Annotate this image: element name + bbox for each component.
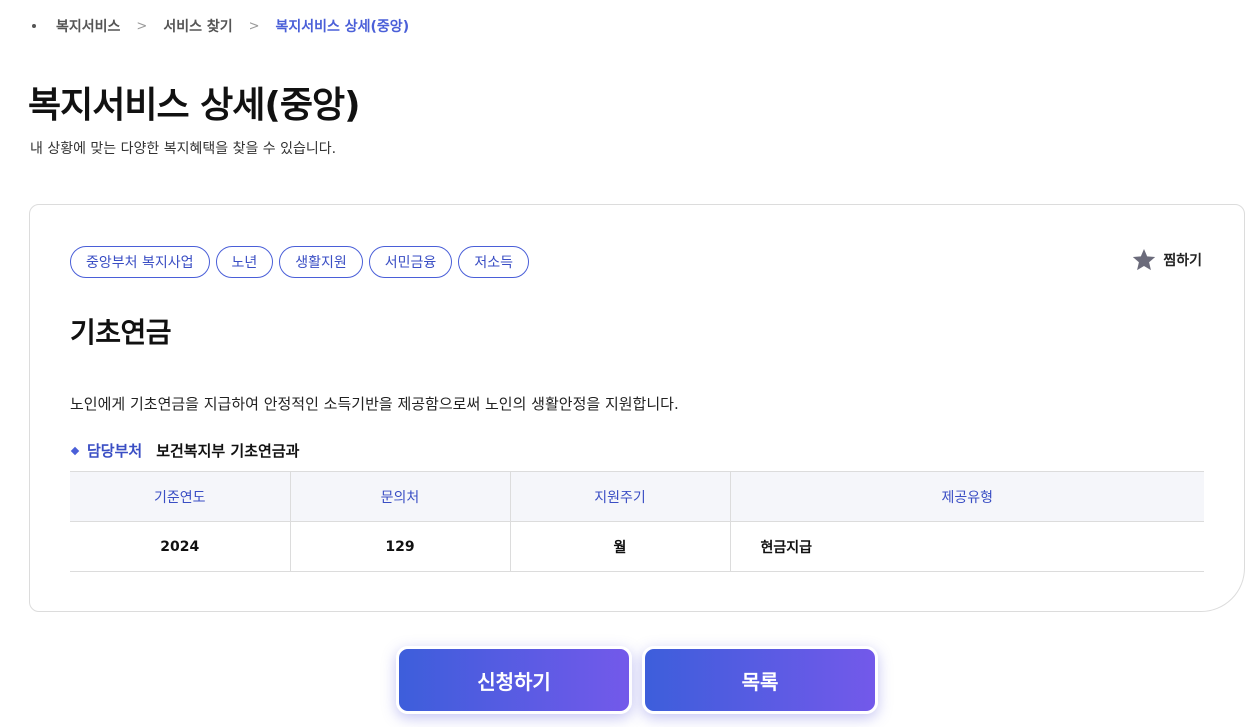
tag-list: 중앙부처 복지사업 노년 생활지원 서민금융 저소득 <box>70 246 529 278</box>
header-provision-type: 제공유형 <box>730 471 1204 522</box>
service-detail-card: 중앙부처 복지사업 노년 생활지원 서민금융 저소득 찜하기 기초연금 노인에게… <box>29 204 1245 612</box>
diamond-icon <box>70 446 80 455</box>
tag-central-ministry[interactable]: 중앙부처 복지사업 <box>70 246 210 278</box>
header-base-year: 기준연도 <box>70 471 291 522</box>
department-info: 담당부처 보건복지부 기초연금과 <box>70 440 299 461</box>
page-title: 복지서비스 상세(중앙) <box>28 85 361 126</box>
favorite-label: 찜하기 <box>1163 253 1202 269</box>
breadcrumb-item-find[interactable]: 서비스 찾기 <box>163 16 232 36</box>
service-description: 노인에게 기초연금을 지급하여 안정적인 소득기반을 제공함으로써 노인의 생활… <box>70 395 679 413</box>
cell-contact: 129 <box>290 521 511 572</box>
service-info-table: 기준연도 문의처 지원주기 제공유형 2024 129 월 현금지급 <box>70 471 1204 572</box>
page-subtitle: 내 상황에 맞는 다양한 복지혜택을 찾을 수 있습니다. <box>30 141 337 157</box>
apply-button[interactable]: 신청하기 <box>396 646 632 714</box>
chevron-right-icon: > <box>248 18 260 34</box>
department-label: 담당부처 <box>87 442 143 460</box>
tag-low-income[interactable]: 저소득 <box>458 246 529 278</box>
chevron-right-icon: > <box>136 18 148 34</box>
cell-support-cycle: 월 <box>510 521 731 572</box>
breadcrumb-item-current: 복지서비스 상세(중앙) <box>275 19 410 35</box>
tag-living-support[interactable]: 생활지원 <box>279 246 363 278</box>
dot-icon <box>32 24 36 28</box>
header-support-cycle: 지원주기 <box>510 471 731 522</box>
service-name: 기초연금 <box>70 316 172 349</box>
cell-provision-type: 현금지급 <box>730 521 1204 572</box>
cell-base-year: 2024 <box>70 521 291 572</box>
department-value: 보건복지부 기초연금과 <box>156 442 300 460</box>
breadcrumb: 복지서비스 > 서비스 찾기 > 복지서비스 상세(중앙) <box>28 14 409 38</box>
action-buttons: 신청하기 목록 <box>396 646 878 714</box>
list-button[interactable]: 목록 <box>642 646 878 714</box>
breadcrumb-item-welfare[interactable]: 복지서비스 <box>56 16 120 36</box>
favorite-button[interactable]: 찜하기 <box>1131 247 1202 273</box>
table-header-row: 기준연도 문의처 지원주기 제공유형 <box>70 471 1204 522</box>
table-row: 2024 129 월 현금지급 <box>70 521 1204 572</box>
header-contact: 문의처 <box>290 471 511 522</box>
tag-microfinance[interactable]: 서민금융 <box>368 246 453 278</box>
tag-old-age[interactable]: 노년 <box>215 246 274 278</box>
star-icon <box>1133 248 1156 271</box>
